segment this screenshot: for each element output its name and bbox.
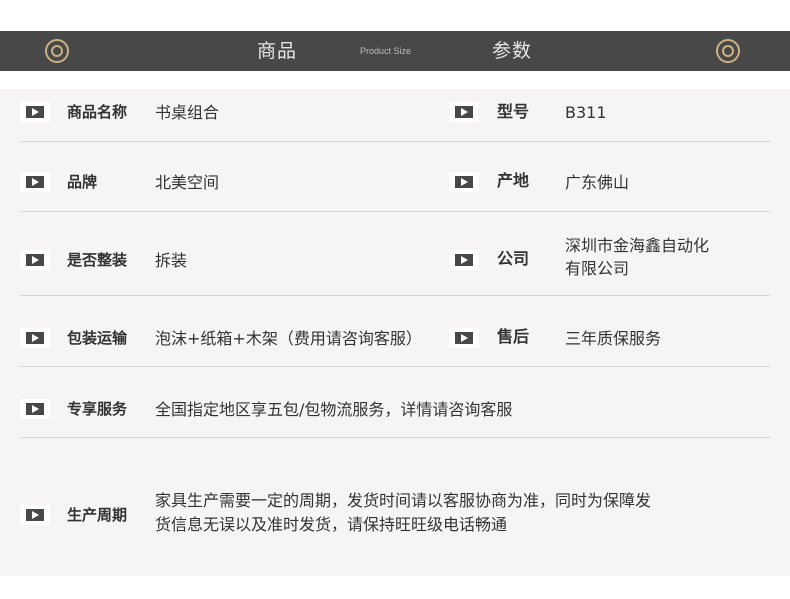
spec-value: 拆装: [155, 251, 188, 270]
spec-label: 是否整装: [67, 251, 128, 269]
spec-value-line: 有限公司: [565, 259, 630, 278]
spec-value: 全国指定地区享五包/包物流服务，详情请咨询客服: [155, 400, 513, 419]
play-icon: [20, 328, 50, 348]
ornament-circle-icon: [716, 39, 740, 63]
row-divider: [20, 366, 770, 367]
spec-value-line: 家具生产需要一定的周期，发货时间请以客服协商为准，同时为保障发: [155, 491, 652, 510]
play-icon: [449, 250, 479, 270]
spec-label: 商品名称: [67, 103, 128, 121]
row-divider: [20, 437, 770, 438]
spec-value: 三年质保服务: [565, 329, 662, 348]
header-bar: 商品 Product Size 参数: [0, 31, 790, 71]
spec-label: 售后: [497, 327, 530, 346]
header-subtitle: Product Size: [360, 46, 412, 56]
play-icon: [20, 505, 50, 525]
spec-value: 北美空间: [155, 173, 220, 192]
spec-value-line: 深圳市金海鑫自动化: [565, 236, 710, 255]
spec-label: 公司: [497, 249, 530, 268]
row-divider: [20, 211, 770, 212]
header-title-params: 参数: [492, 40, 533, 62]
spec-value-line: 货信息无误以及准时发货，请保持旺旺级电话畅通: [155, 515, 508, 534]
ornament-circle-icon: [45, 39, 69, 63]
spec-label: 生产周期: [67, 506, 128, 524]
row-divider: [20, 141, 770, 142]
play-icon: [20, 102, 50, 122]
spec-label: 包装运输: [67, 329, 128, 347]
play-icon: [449, 172, 479, 192]
play-icon: [20, 172, 50, 192]
header-title-product: 商品: [257, 40, 298, 62]
play-icon: [20, 399, 50, 419]
spec-value: 广东佛山: [565, 173, 630, 192]
spec-panel: 商品名称 书桌组合 型号 B311 品牌 北美空间 产地 广东佛山 是否整装 拆…: [0, 89, 790, 576]
spec-label: 品牌: [67, 173, 98, 191]
spec-value: 书桌组合: [155, 103, 220, 122]
spec-label: 型号: [497, 102, 530, 121]
play-icon: [449, 102, 479, 122]
spec-label: 专享服务: [67, 400, 128, 418]
spec-value: 泡沫+纸箱+木架（费用请咨询客服）: [155, 329, 422, 348]
play-icon: [449, 328, 479, 348]
spec-label: 产地: [497, 171, 530, 190]
play-icon: [20, 250, 50, 270]
row-divider: [20, 295, 770, 296]
spec-value: B311: [565, 103, 607, 122]
